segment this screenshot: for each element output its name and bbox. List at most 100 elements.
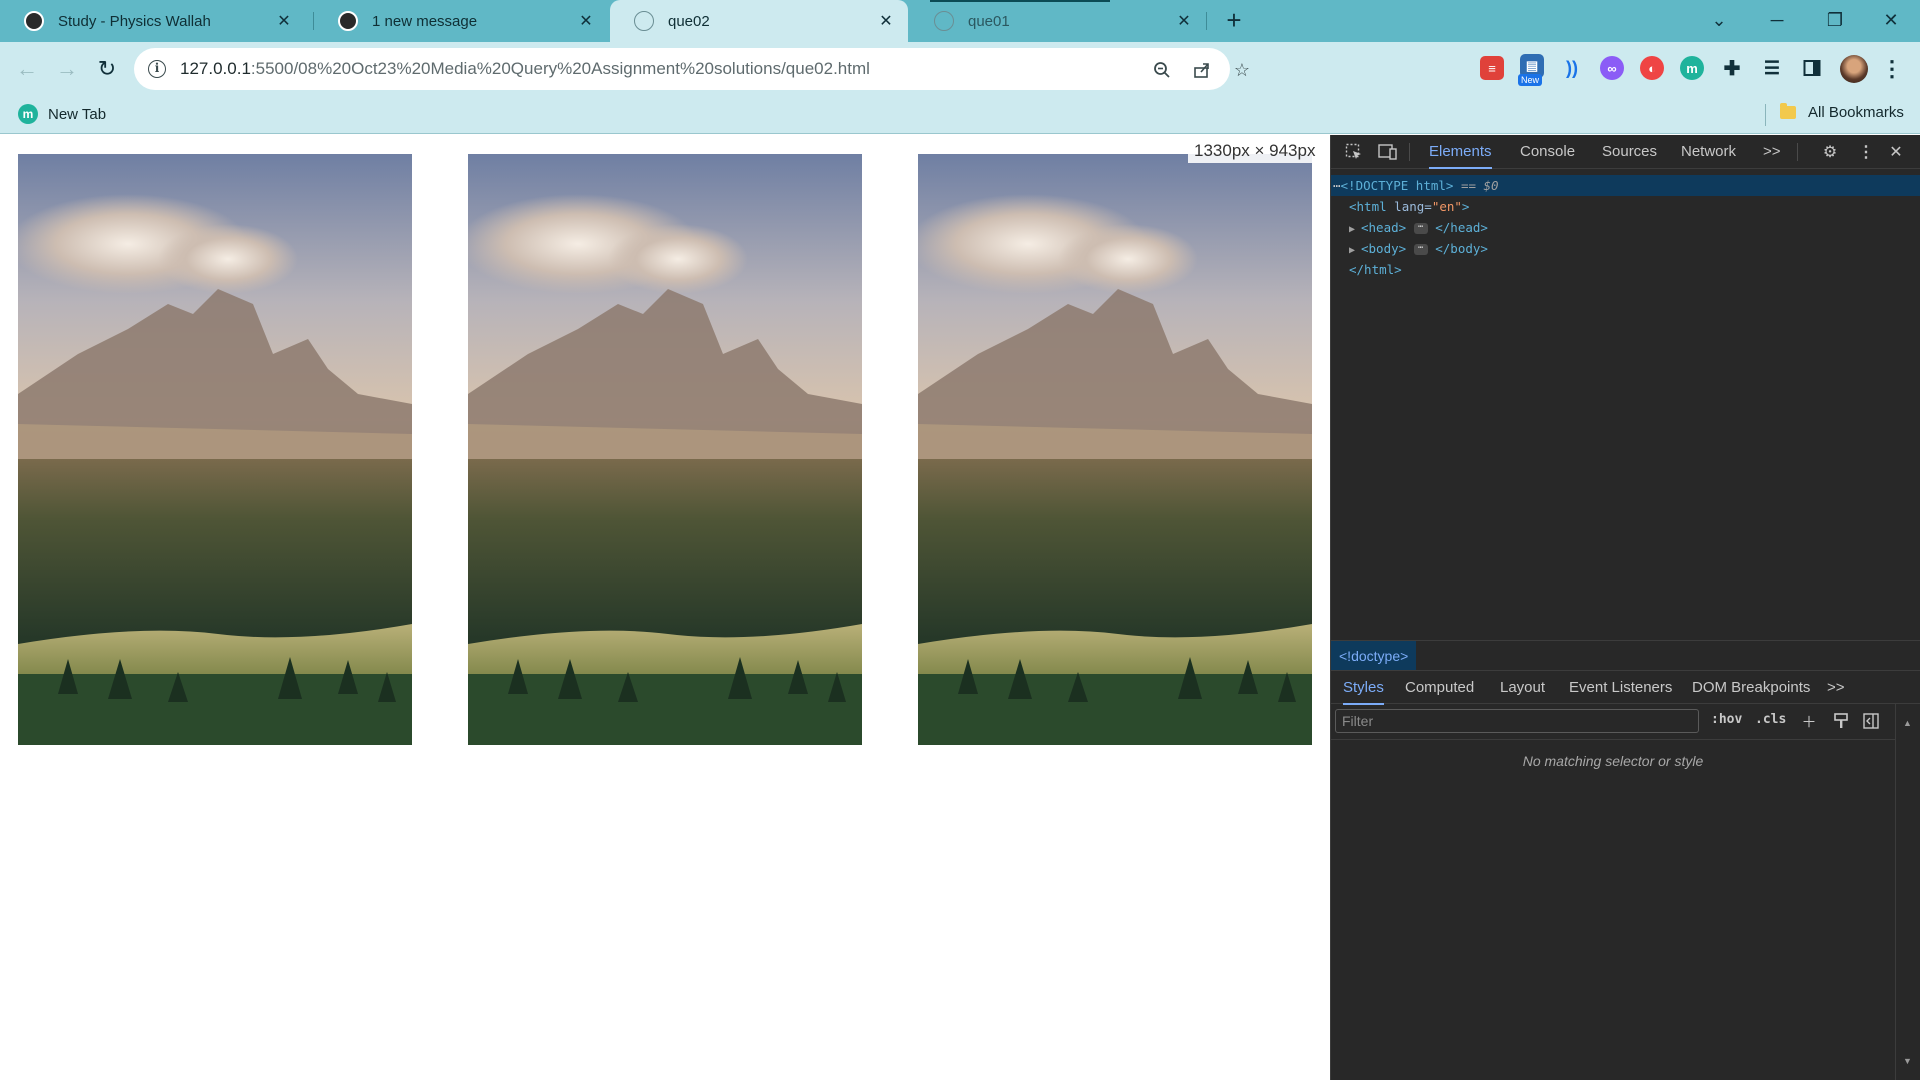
devtools-menu-icon[interactable]: ⋮ [1855,141,1877,163]
browser-menu-icon[interactable]: ⋮ [1880,56,1904,82]
dom-node-body[interactable]: ▶ <body> ⋯ </body> [1331,238,1920,259]
tab-computed[interactable]: Computed [1405,671,1474,705]
close-icon[interactable]: ✕ [574,9,598,33]
mountain-landscape-image [18,154,412,745]
tab-title: que02 [668,12,710,30]
site-info-icon[interactable]: i [148,60,166,78]
mountain-landscape-photo [468,154,862,745]
devtools-tab-network[interactable]: Network [1681,135,1736,169]
viewport-size-label: 1330px × 943px [1188,139,1322,163]
toggle-sidebar-icon[interactable] [1861,711,1881,731]
bookmark-star-icon[interactable]: ☆ [1230,58,1254,82]
bookmarks-bar: m New Tab All Bookmarks [0,96,1920,134]
tab-new-message[interactable]: 1 new message ✕ [314,0,608,42]
device-toolbar-icon[interactable] [1377,141,1399,163]
minimize-button[interactable]: ─ [1748,0,1806,40]
expand-triangle-icon[interactable]: ▶ [1349,240,1361,261]
breadcrumb: <!doctype> [1331,640,1920,671]
devtools-more-tabs[interactable]: >> [1763,135,1781,169]
devtools-tab-elements[interactable]: Elements [1429,135,1492,169]
forward-button[interactable]: → [52,54,82,84]
styles-filter-input[interactable] [1335,709,1699,733]
extensions-puzzle-icon[interactable]: ✚ [1720,56,1744,80]
all-bookmarks-label: All Bookmarks [1808,104,1904,121]
bookmarks-divider [1765,104,1766,126]
tab-strip: Study - Physics Wallah ✕ 1 new message ✕… [0,0,1920,42]
expand-triangle-icon[interactable]: ▶ [1349,219,1361,240]
dom-node-head[interactable]: ▶ <head> ⋯ </head> [1331,217,1920,238]
extension-purple-icon[interactable]: ∞ [1600,56,1624,80]
node-actions-icon[interactable]: ⋯ [1331,178,1341,193]
tab-study-physics-wallah[interactable]: Study - Physics Wallah ✕ [0,0,306,42]
tab-que01[interactable]: que01 ✕ [910,0,1206,42]
tab-separator [1206,12,1207,30]
tab-layout[interactable]: Layout [1500,671,1545,705]
profile-avatar[interactable] [1840,55,1868,83]
url-text[interactable]: 127.0.0.1:5500/08%20Oct23%20Media%20Quer… [180,59,870,79]
tab-title: Study - Physics Wallah [58,12,211,30]
new-style-rule-icon[interactable]: ＋ [1799,711,1819,731]
collapsed-ellipsis-icon[interactable]: ⋯ [1413,223,1428,234]
devtools-tab-console[interactable]: Console [1520,135,1575,169]
bookmark-new-tab[interactable]: m New Tab [18,104,106,124]
all-bookmarks-button[interactable]: All Bookmarks [1780,103,1904,121]
hover-state-toggle[interactable]: :hov [1711,712,1742,727]
extension-red-icon[interactable]: ◐ [1640,56,1664,80]
tab-styles[interactable]: Styles [1343,671,1384,705]
breadcrumb-doctype[interactable]: <!doctype> [1331,641,1417,671]
devtools-separator [1409,143,1410,161]
folder-icon [1780,103,1796,119]
mountain-landscape-photo [18,154,412,745]
collapsed-ellipsis-icon[interactable]: ⋯ [1413,244,1428,255]
globe-icon [934,11,954,31]
devtools-tab-sources[interactable]: Sources [1602,135,1657,169]
tab-que02[interactable]: que02 ✕ [610,0,908,42]
tab-title: 1 new message [372,12,478,30]
tab-event-listeners[interactable]: Event Listeners [1569,671,1672,705]
page-viewport: 1330px × 943px [0,135,1330,1080]
restore-button[interactable]: ❐ [1806,0,1864,40]
head-tag-name: head [1368,220,1399,235]
new-badge: New [1518,74,1543,86]
paint-icon[interactable] [1831,711,1851,731]
dom-tree: ⋯<!DOCTYPE html> == $0 <html lang="en"> … [1331,175,1920,280]
dom-node-html-close[interactable]: </html> [1331,259,1920,280]
close-icon[interactable]: ✕ [272,9,296,33]
close-devtools-icon[interactable]: ✕ [1885,141,1907,163]
class-toggle[interactable]: .cls [1755,712,1786,727]
close-icon[interactable]: ✕ [1172,9,1196,33]
new-tab-button[interactable]: + [1219,6,1249,36]
settings-gear-icon[interactable]: ⚙ [1819,141,1841,163]
tab-dom-breakpoints[interactable]: DOM Breakpoints [1692,671,1810,705]
url-path: :5500/08%20Oct23%20Media%20Query%20Assig… [250,59,870,78]
scroll-up-icon[interactable]: ▲ [1903,718,1912,728]
extension-m-icon[interactable]: m [1680,56,1704,80]
devtools-separator [1797,143,1798,161]
dom-node-html[interactable]: <html lang="en"> [1331,196,1920,217]
scroll-down-icon[interactable]: ▼ [1903,1056,1912,1066]
read-aloud-extension-icon[interactable]: )) [1560,56,1584,80]
styles-scrollbar[interactable]: ▲ ▼ [1895,704,1920,1080]
reading-list-icon[interactable]: ☰ [1760,56,1784,80]
address-bar[interactable]: i 127.0.0.1:5500/08%20Oct23%20Media%20Qu… [134,48,1250,90]
reload-button[interactable]: ↻ [92,54,122,84]
html-attr-name: lang [1394,199,1425,214]
side-panel-icon[interactable] [1800,56,1824,80]
no-matching-styles-message: No matching selector or style [1522,753,1704,769]
inspect-element-icon[interactable] [1343,141,1365,163]
todoist-extension-icon[interactable]: ≡ [1480,56,1504,80]
bookmark-label: New Tab [48,105,107,123]
zoom-icon[interactable] [1150,58,1174,82]
close-icon[interactable]: ✕ [874,9,898,33]
tab-search-icon[interactable]: ⌄ [1690,0,1748,40]
dom-node-doctype[interactable]: ⋯<!DOCTYPE html> == $0 [1331,175,1920,196]
mountain-landscape-image [918,154,1312,745]
window-close-button[interactable]: ✕ [1862,0,1920,40]
styles-more-tabs[interactable]: >> [1827,671,1845,705]
back-button[interactable]: ← [12,54,42,84]
body-tag-name: body [1368,241,1399,256]
bookmark-favicon: m [18,104,38,124]
share-icon[interactable] [1190,58,1214,82]
html-tag-name: html [1356,199,1387,214]
devtools-panel: Elements Console Sources Network >> ⚙ ⋮ … [1330,135,1920,1080]
